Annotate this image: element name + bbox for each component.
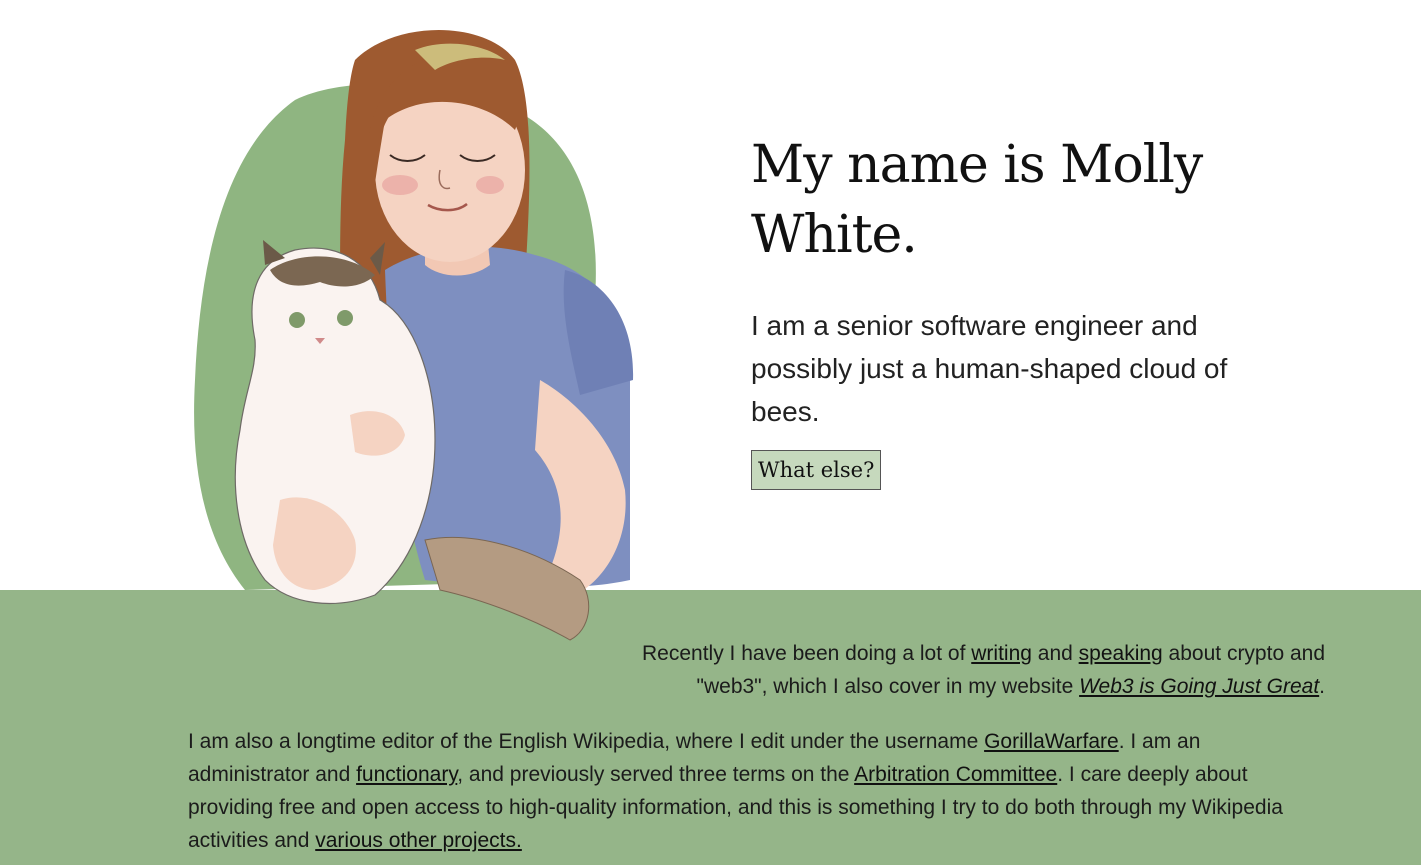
what-else-button[interactable]: What else? — [751, 450, 882, 490]
hero-section: My name is Molly White. I am a senior so… — [751, 130, 1331, 490]
text-segment: and — [1031, 642, 1079, 665]
text-segment: . — [1319, 675, 1325, 698]
text-segment: Recently I have been doing a lot of — [642, 642, 972, 665]
intro-text: I am a senior software engineer and poss… — [751, 310, 1228, 427]
gorillawarfare-link[interactable]: GorillaWarfare — [984, 730, 1119, 753]
recent-work-paragraph: Recently I have been doing a lot of writ… — [600, 637, 1325, 703]
portrait-illustration — [194, 30, 634, 641]
wikipedia-paragraph: I am also a longtime editor of the Engli… — [188, 725, 1298, 857]
functionary-link[interactable]: functionary — [356, 763, 457, 786]
arbitration-committee-link[interactable]: Arbitration Committee — [854, 763, 1057, 786]
text-segment: , and previously served three terms on t… — [457, 763, 855, 786]
web3-is-going-just-great-link[interactable]: Web3 is Going Just Great — [1079, 675, 1319, 698]
writing-link[interactable]: writing — [971, 642, 1032, 665]
text-segment: I am also a longtime editor of the Engli… — [188, 730, 985, 753]
speaking-link[interactable]: speaking — [1079, 642, 1163, 665]
various-other-projects-link[interactable]: various other projects. — [315, 829, 522, 852]
page-title: My name is Molly White. — [751, 135, 1203, 265]
